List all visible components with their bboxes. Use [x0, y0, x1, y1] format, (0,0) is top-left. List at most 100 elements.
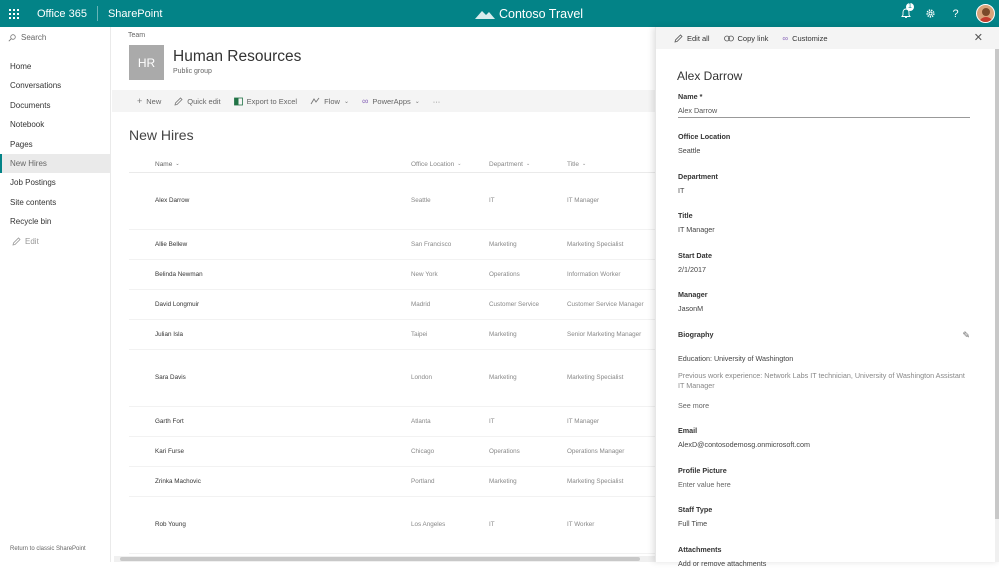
table-row[interactable]: Alex Darrow Seattle IT IT Manager — [129, 173, 655, 230]
biography-label: Biography — [678, 330, 714, 339]
site-logo[interactable]: HR — [129, 45, 164, 80]
row-name[interactable]: Sara Davis — [129, 374, 411, 382]
search-box[interactable]: Search — [8, 33, 46, 42]
nav-edit-label: Edit — [25, 236, 39, 246]
panel-vertical-scrollbar[interactable] — [995, 49, 999, 562]
row-title: Marketing Specialist — [567, 240, 624, 248]
more-button[interactable]: ··· — [428, 90, 446, 112]
new-button[interactable]: + New — [132, 90, 166, 112]
help-button[interactable]: ? — [943, 0, 968, 27]
office-value[interactable]: Seattle — [678, 146, 970, 155]
office365-link[interactable]: Office 365 — [27, 0, 97, 27]
nav-item-site-contents[interactable]: Site contents — [0, 193, 111, 212]
quick-edit-button[interactable]: Quick edit — [169, 90, 225, 112]
app-launcher-icon[interactable] — [0, 0, 27, 27]
powerapps-button[interactable]: ∞ PowerApps ⌄ — [357, 90, 425, 112]
office-field[interactable]: Office Location Seattle — [678, 132, 970, 155]
flow-icon — [310, 97, 320, 105]
column-header-name[interactable]: Name ⌄ — [129, 161, 411, 168]
row-department: IT — [489, 417, 495, 425]
row-name[interactable]: Zrinka Machovic — [129, 478, 411, 486]
sharepoint-link[interactable]: SharePoint — [98, 0, 172, 27]
brand[interactable]: Contoso Travel — [475, 0, 583, 27]
row-name[interactable]: Allie Bellew — [129, 241, 411, 249]
email-value[interactable]: AlexD@contosodemosg.onmicrosoft.com — [678, 440, 970, 449]
department-field[interactable]: Department IT — [678, 172, 970, 195]
department-value[interactable]: IT — [678, 186, 970, 195]
table-row[interactable]: Allie Bellew San Francisco Marketing Mar… — [129, 230, 655, 260]
table-row[interactable]: Kari Furse Chicago Operations Operations… — [129, 437, 655, 467]
edit-all-button[interactable]: Edit all — [670, 34, 714, 43]
row-department: Marketing — [489, 477, 517, 485]
nav-item-job-postings[interactable]: Job Postings — [0, 173, 111, 192]
chevron-down-icon: ⌄ — [525, 161, 531, 167]
manager-value[interactable]: JasonM — [678, 304, 970, 313]
user-avatar[interactable] — [976, 4, 995, 23]
name-input[interactable]: Alex Darrow — [678, 105, 970, 118]
title-field[interactable]: Title IT Manager — [678, 211, 970, 234]
row-name[interactable]: David Longmuir — [129, 301, 411, 309]
table-row[interactable]: David Longmuir Madrid Customer Service C… — [129, 290, 655, 320]
table-row[interactable]: Zrinka Machovic Portland Marketing Marke… — [129, 467, 655, 497]
attachments-field[interactable]: Attachments Add or remove attachments — [678, 545, 970, 568]
row-name[interactable]: Alex Darrow — [129, 197, 411, 205]
nav-item-pages[interactable]: Pages — [0, 135, 111, 154]
row-name[interactable]: Julian Isla — [129, 331, 411, 339]
attachments-link[interactable]: Add or remove attachments — [678, 559, 970, 568]
notifications-button[interactable]: 1 — [893, 0, 918, 27]
horizontal-scrollbar[interactable] — [114, 556, 655, 562]
nav-list: Home Conversations Documents Notebook Pa… — [0, 57, 111, 251]
profile-picture-field[interactable]: Profile Picture Enter value here — [678, 466, 970, 489]
customize-button[interactable]: ∞ Customize — [778, 34, 831, 43]
more-icon: ··· — [432, 96, 441, 106]
row-name[interactable]: Rob Young — [129, 521, 411, 529]
staff-type-field[interactable]: Staff Type Full Time — [678, 505, 970, 528]
nav-item-notebook[interactable]: Notebook — [0, 115, 111, 134]
column-header-department[interactable]: Department ⌄ — [489, 161, 567, 168]
nav-item-conversations[interactable]: Conversations — [0, 76, 111, 95]
column-header-office[interactable]: Office Location ⌄ — [411, 161, 489, 168]
close-icon[interactable]: ✕ — [974, 31, 983, 44]
table-row[interactable]: Julian Isla Taipei Marketing Senior Mark… — [129, 320, 655, 350]
copy-link-button[interactable]: Copy link — [720, 34, 773, 43]
see-more-link[interactable]: See more — [678, 401, 970, 410]
nav-edit-link[interactable]: Edit — [0, 232, 111, 251]
site-title[interactable]: Human Resources — [173, 48, 301, 66]
export-excel-button[interactable]: Export to Excel — [229, 90, 302, 112]
pencil-icon[interactable]: ✎ — [962, 330, 970, 341]
panel-heading: Alex Darrow — [677, 69, 743, 83]
return-classic-link[interactable]: Return to classic SharePoint — [10, 546, 86, 552]
scrollbar-thumb[interactable] — [120, 557, 640, 561]
table-header: Name ⌄ Office Location ⌄ Department ⌄ Ti… — [129, 156, 655, 173]
row-office: Chicago — [411, 447, 435, 455]
table-row[interactable]: Rob Young Los Angeles IT IT Worker — [129, 497, 655, 554]
manager-field[interactable]: Manager JasonM — [678, 290, 970, 313]
nav-item-home[interactable]: Home — [0, 57, 111, 76]
quick-edit-label: Quick edit — [187, 96, 221, 106]
nav-item-recycle-bin[interactable]: Recycle bin — [0, 212, 111, 231]
profile-picture-input[interactable]: Enter value here — [678, 480, 970, 489]
gear-icon — [926, 9, 935, 18]
title-value[interactable]: IT Manager — [678, 225, 970, 234]
scrollbar-thumb[interactable] — [995, 49, 999, 519]
flow-button[interactable]: Flow ⌄ — [305, 90, 354, 112]
table-row[interactable]: Belinda Newman New York Operations Infor… — [129, 260, 655, 290]
row-name[interactable]: Belinda Newman — [129, 271, 411, 279]
staff-type-value[interactable]: Full Time — [678, 519, 970, 528]
row-office: London — [411, 374, 433, 381]
start-date-value[interactable]: 2/1/2017 — [678, 265, 970, 274]
start-date-field[interactable]: Start Date 2/1/2017 — [678, 251, 970, 274]
settings-button[interactable] — [918, 0, 943, 27]
nav-item-new-hires[interactable]: New Hires — [0, 153, 111, 174]
column-header-title[interactable]: Title ⌄ — [567, 161, 655, 168]
email-field[interactable]: Email AlexD@contosodemosg.onmicrosoft.co… — [678, 426, 970, 449]
row-office: Atlanta — [411, 417, 431, 425]
row-name[interactable]: Kari Furse — [129, 448, 411, 456]
row-title: Marketing Specialist — [567, 374, 624, 381]
nav-item-documents[interactable]: Documents — [0, 96, 111, 115]
row-name[interactable]: Garth Fort — [129, 418, 411, 426]
row-department: IT — [489, 521, 495, 528]
table-row[interactable]: Sara Davis London Marketing Marketing Sp… — [129, 350, 655, 407]
table-row[interactable]: Garth Fort Atlanta IT IT Manager — [129, 407, 655, 437]
row-office: New York — [411, 270, 438, 278]
